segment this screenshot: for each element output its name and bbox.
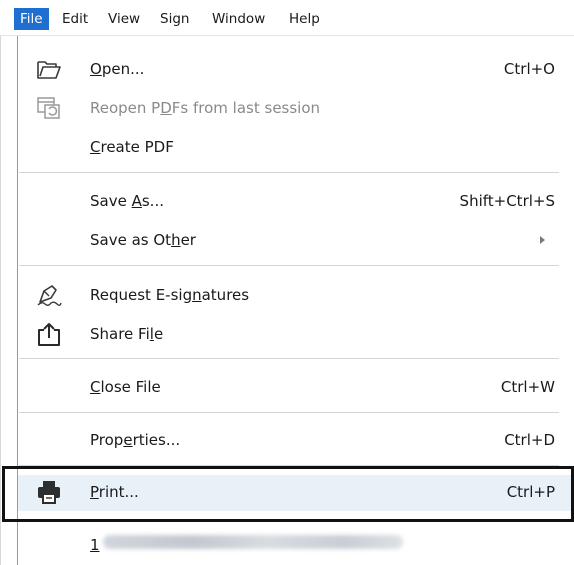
menu-item-save-as[interactable]: Save As... Shift+Ctrl+S [18, 184, 574, 218]
menu-item-label: Save as Other [90, 231, 196, 249]
menu-item-share-file[interactable]: Share File [18, 317, 574, 351]
signature-pen-icon [37, 285, 62, 306]
file-menu-dropdown: Open... Ctrl+O Reopen PDFs from last ses… [17, 36, 574, 565]
menu-item-label: Reopen PDFs from last session [90, 99, 321, 117]
menu-separator [19, 465, 559, 466]
printer-icon [38, 481, 60, 504]
menu-item-shortcut: Ctrl+P [506, 483, 555, 501]
menu-item-print[interactable]: Print... Ctrl+P [18, 475, 574, 511]
menu-item-close-file[interactable]: Close File Ctrl+W [18, 370, 574, 404]
menu-item-label: Close File [90, 378, 161, 396]
menu-item-shortcut: Ctrl+D [504, 431, 555, 449]
submenu-arrow-icon [540, 236, 545, 244]
menu-separator [19, 265, 559, 266]
menu-item-label: Print... [90, 483, 139, 501]
folder-open-icon [37, 61, 61, 79]
menu-item-open[interactable]: Open... Ctrl+O [18, 52, 574, 86]
menu-separator [19, 412, 559, 413]
menu-item-shortcut: Shift+Ctrl+S [459, 192, 555, 210]
menu-item-label: Save As... [90, 192, 164, 210]
menu-item-label: Request E-signatures [90, 286, 250, 304]
menu-item-label: Share File [90, 325, 164, 343]
menu-edit[interactable]: Edit [62, 8, 88, 30]
recent-file-index: 1 [90, 536, 100, 554]
menu-item-shortcut: Ctrl+W [500, 378, 555, 396]
menu-item-shortcut: Ctrl+O [503, 60, 555, 78]
menu-file[interactable]: File [14, 8, 49, 30]
menu-item-recent-file-1[interactable]: 1 [18, 528, 574, 562]
reopen-files-icon [37, 97, 60, 119]
menu-item-properties[interactable]: Properties... Ctrl+D [18, 423, 574, 457]
window-edge [0, 36, 1, 565]
menu-item-create-pdf[interactable]: Create PDF [18, 130, 574, 164]
recent-file-path-blurred [103, 535, 403, 549]
menu-item-save-as-other[interactable]: Save as Other [18, 223, 574, 257]
menu-sign[interactable]: Sign [160, 8, 189, 30]
menu-item-label: Create PDF [90, 138, 174, 156]
menu-item-request-esignatures[interactable]: Request E-signatures [18, 278, 574, 312]
menu-bar: File Edit View Sign Window Help [0, 0, 574, 36]
menu-item-label: Properties... [90, 431, 181, 449]
menu-view[interactable]: View [108, 8, 140, 30]
menu-window[interactable]: Window [212, 8, 265, 30]
menu-separator [19, 172, 559, 173]
menu-help[interactable]: Help [289, 8, 320, 30]
menu-item-reopen-pdfs: Reopen PDFs from last session [18, 91, 574, 125]
share-upload-icon [38, 323, 60, 346]
menu-item-label: Open... [90, 60, 145, 78]
menu-separator [19, 358, 559, 359]
